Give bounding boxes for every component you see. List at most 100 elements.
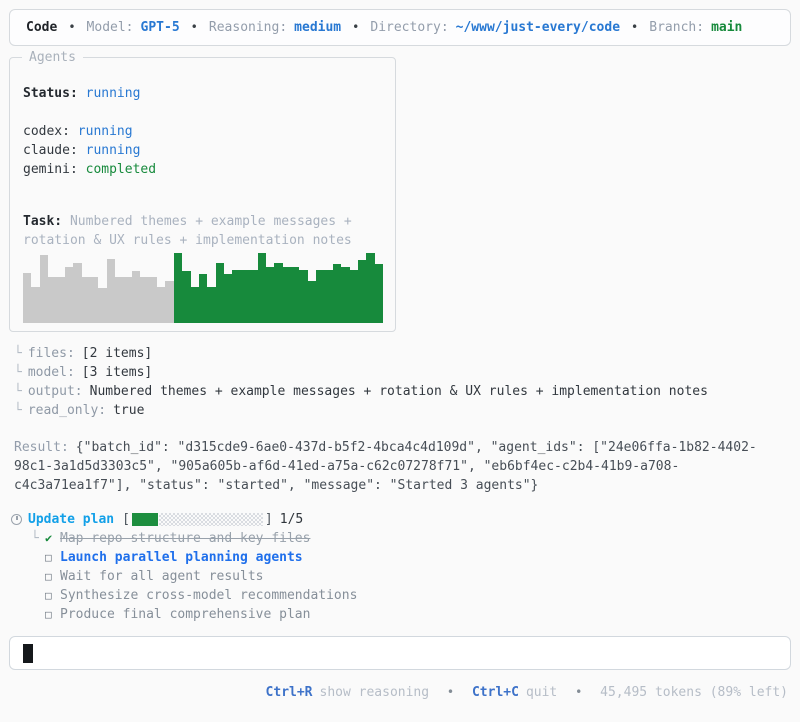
tree-value: [3 items] xyxy=(81,365,153,380)
chart-bar xyxy=(374,264,384,323)
task-block: Task: Numbered themes + example messages… xyxy=(23,212,383,250)
progress-bar-remaining xyxy=(158,513,263,526)
reasoning-label: Reasoning: xyxy=(208,20,288,35)
separator-dot: • xyxy=(446,685,455,699)
chart-bar xyxy=(190,286,199,323)
text-cursor xyxy=(23,643,33,663)
plan-item-pending: □ Produce final comprehensive plan xyxy=(31,605,800,624)
chart-bar xyxy=(282,267,291,323)
status-value: running xyxy=(85,86,141,101)
chart-bar xyxy=(341,267,350,323)
checkbox-icon: □ xyxy=(45,608,52,621)
checkbox-icon: □ xyxy=(45,551,52,564)
shortcut-desc: show reasoning xyxy=(319,685,430,700)
chart-bar xyxy=(115,276,124,323)
chart-bar xyxy=(131,271,141,323)
composer-input[interactable] xyxy=(9,636,791,670)
chart-bar xyxy=(232,269,241,323)
footer-bar: Ctrl+R show reasoning • Ctrl+C quit • 45,4… xyxy=(0,683,788,702)
chart-bar xyxy=(324,269,333,323)
separator-dot: • xyxy=(190,20,198,34)
reasoning-value: medium xyxy=(294,20,342,35)
plan-item-label: Map repo structure and key files xyxy=(60,531,311,546)
shortcut-key: Ctrl+R xyxy=(265,685,313,700)
chart-bar xyxy=(98,288,107,323)
chart-bar xyxy=(23,272,32,323)
progress-bar-filled xyxy=(131,513,158,526)
chart-bar xyxy=(165,281,174,323)
result-value: {"batch_id": "d315cde9-6ae0-437d-b5f2-4b… xyxy=(14,440,757,493)
checkmark-icon: ✔ xyxy=(45,531,53,545)
tree-corner-icon: └ xyxy=(14,365,22,380)
agent-name: claude: xyxy=(23,143,78,158)
agent-name: gemini: xyxy=(23,162,78,177)
plan-items: └ ✔ Map repo structure and key files □ L… xyxy=(31,529,800,624)
chart-bar xyxy=(291,267,300,323)
chart-bar xyxy=(39,255,49,323)
chart-bar xyxy=(316,269,325,323)
tree-key: model: xyxy=(27,365,75,380)
tree-row-output: └ output: Numbered themes + example messag… xyxy=(14,382,800,401)
plan-item-pending: □ Synthesize cross-model recommendations xyxy=(31,586,800,605)
activity-chart xyxy=(23,253,384,323)
plan-item-label: Produce final comprehensive plan xyxy=(60,607,311,622)
plan-item-label: Launch parallel planning agents xyxy=(60,550,303,565)
progress-open-bracket: [ xyxy=(122,512,130,527)
header-bar: Code • Model: GPT-5 • Reasoning: medium … xyxy=(9,9,791,46)
model-label: Model: xyxy=(86,20,134,35)
task-value: Numbered themes + example messages + rot… xyxy=(23,214,352,248)
shortcut-key: Ctrl+C xyxy=(471,685,519,700)
chart-bar xyxy=(265,267,275,323)
model-value: GPT-5 xyxy=(140,20,180,35)
chart-bar xyxy=(31,286,40,323)
agent-row-codex: codex: running xyxy=(23,122,383,141)
tree-value: Numbered themes + example messages + rot… xyxy=(89,384,708,399)
tree-key: output: xyxy=(27,384,83,399)
chart-bar xyxy=(56,276,65,323)
chart-bar xyxy=(349,269,358,323)
chart-bar xyxy=(64,267,74,323)
chart-bar xyxy=(73,262,82,323)
token-usage: 45,495 tokens (89% left) xyxy=(600,685,788,700)
shortcut-desc: quit xyxy=(525,685,558,700)
agent-status: running xyxy=(77,124,133,139)
chart-bar xyxy=(90,276,99,323)
checkbox-icon: □ xyxy=(45,589,52,602)
chart-bar xyxy=(140,276,149,323)
chart-bar xyxy=(215,262,224,323)
separator-dot: • xyxy=(575,685,583,699)
tool-args-tree: └ files: [2 items] └ model: [3 items] └ outpu… xyxy=(14,344,800,420)
chart-bar xyxy=(198,274,208,323)
chart-bar xyxy=(332,264,342,323)
chart-bar xyxy=(257,253,266,323)
app-title: Code xyxy=(26,20,58,35)
chart-bar xyxy=(224,274,233,323)
tree-corner-icon: └ xyxy=(14,384,22,399)
agent-name: codex: xyxy=(23,124,70,139)
clock-icon xyxy=(11,514,22,525)
tree-corner-icon: └ xyxy=(31,531,39,546)
chart-bar xyxy=(173,253,183,323)
directory-value: ~/www/just-every/code xyxy=(455,20,621,35)
chart-bar xyxy=(299,269,308,323)
plan-item-active: □ Launch parallel planning agents xyxy=(31,548,800,567)
chart-bar xyxy=(106,258,116,323)
progress-count: 1/5 xyxy=(279,512,304,527)
tree-corner-icon: └ xyxy=(14,403,22,418)
tree-corner-icon: └ xyxy=(14,346,22,361)
chart-bar xyxy=(358,260,367,323)
agents-panel: Agents Status: running codex: running cl… xyxy=(9,48,396,332)
chart-bar xyxy=(366,253,375,323)
task-label: Task: xyxy=(23,214,63,229)
chart-bar xyxy=(48,276,57,323)
agent-row-gemini: gemini: completed xyxy=(23,160,383,179)
chart-bar xyxy=(182,271,191,323)
agent-status: completed xyxy=(85,162,157,177)
plan-title: Update plan xyxy=(28,512,115,527)
plan-header: Update plan [ ] 1/5 xyxy=(9,510,800,529)
agent-status: running xyxy=(85,143,141,158)
chart-bar xyxy=(207,286,216,323)
separator-dot: • xyxy=(631,20,639,34)
chart-bar xyxy=(240,269,250,323)
branch-label: Branch: xyxy=(649,20,705,35)
